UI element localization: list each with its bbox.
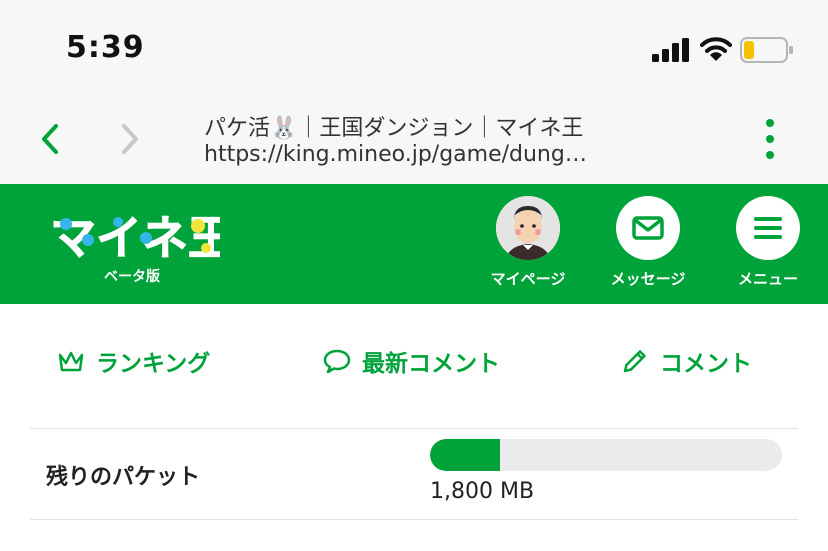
battery-icon bbox=[740, 37, 793, 63]
menu-button[interactable]: メニュー bbox=[718, 196, 818, 289]
status-time: 5:39 bbox=[66, 30, 145, 65]
back-chevron-icon[interactable] bbox=[36, 122, 66, 156]
cellular-signal-icon bbox=[652, 38, 689, 62]
wifi-icon bbox=[700, 37, 732, 61]
mineo-logo[interactable]: マイネ王 bbox=[48, 204, 221, 265]
packet-amount: 1,800 MB bbox=[430, 479, 535, 504]
speech-bubble-icon bbox=[323, 349, 351, 374]
pencil-icon bbox=[623, 350, 646, 373]
envelope-icon bbox=[616, 196, 680, 260]
browser-toolbar: パケ活🐰｜王国ダンジョン｜マイネ王 https://king.mineo.jp/… bbox=[0, 92, 828, 184]
tab-latest-comments-label: 最新コメント bbox=[362, 351, 500, 377]
message-label: メッセージ bbox=[610, 270, 686, 288]
more-options-icon[interactable] bbox=[760, 118, 780, 160]
action-tabs: ランキング 最新コメント コメント bbox=[0, 304, 828, 422]
tab-latest-comments[interactable]: 最新コメント bbox=[322, 344, 500, 378]
mypage-button[interactable]: マイページ bbox=[478, 196, 578, 289]
hamburger-icon bbox=[736, 196, 800, 260]
forward-chevron-icon[interactable] bbox=[114, 122, 144, 156]
tab-ranking-label: ランキング bbox=[96, 351, 211, 377]
page-title: パケ活🐰｜王国ダンジョン｜マイネ王 bbox=[204, 116, 584, 141]
svg-text:マイネ王: マイネ王 bbox=[50, 211, 220, 264]
tab-comment[interactable]: コメント bbox=[620, 344, 752, 378]
site-header: マイネ王 ベータ版 マイページ メッセージ メニュー bbox=[0, 184, 828, 304]
tab-comment-label: コメント bbox=[660, 351, 752, 377]
avatar-icon bbox=[496, 196, 560, 260]
tab-ranking[interactable]: ランキング bbox=[56, 344, 210, 378]
packet-progress-fill bbox=[430, 439, 501, 471]
menu-label: メニュー bbox=[737, 270, 798, 288]
message-button[interactable]: メッセージ bbox=[598, 196, 698, 289]
remaining-packet-label: 残りのパケット bbox=[46, 465, 201, 490]
crown-icon bbox=[58, 351, 84, 372]
page-url[interactable]: https://king.mineo.jp/game/dung… bbox=[204, 142, 624, 167]
status-bar: 5:39 bbox=[0, 0, 828, 92]
remaining-packet-row: 残りのパケット 1,800 MB bbox=[30, 428, 798, 520]
mypage-label: マイページ bbox=[490, 270, 566, 288]
packet-progress-bar bbox=[430, 439, 782, 471]
beta-label: ベータ版 bbox=[104, 269, 160, 285]
